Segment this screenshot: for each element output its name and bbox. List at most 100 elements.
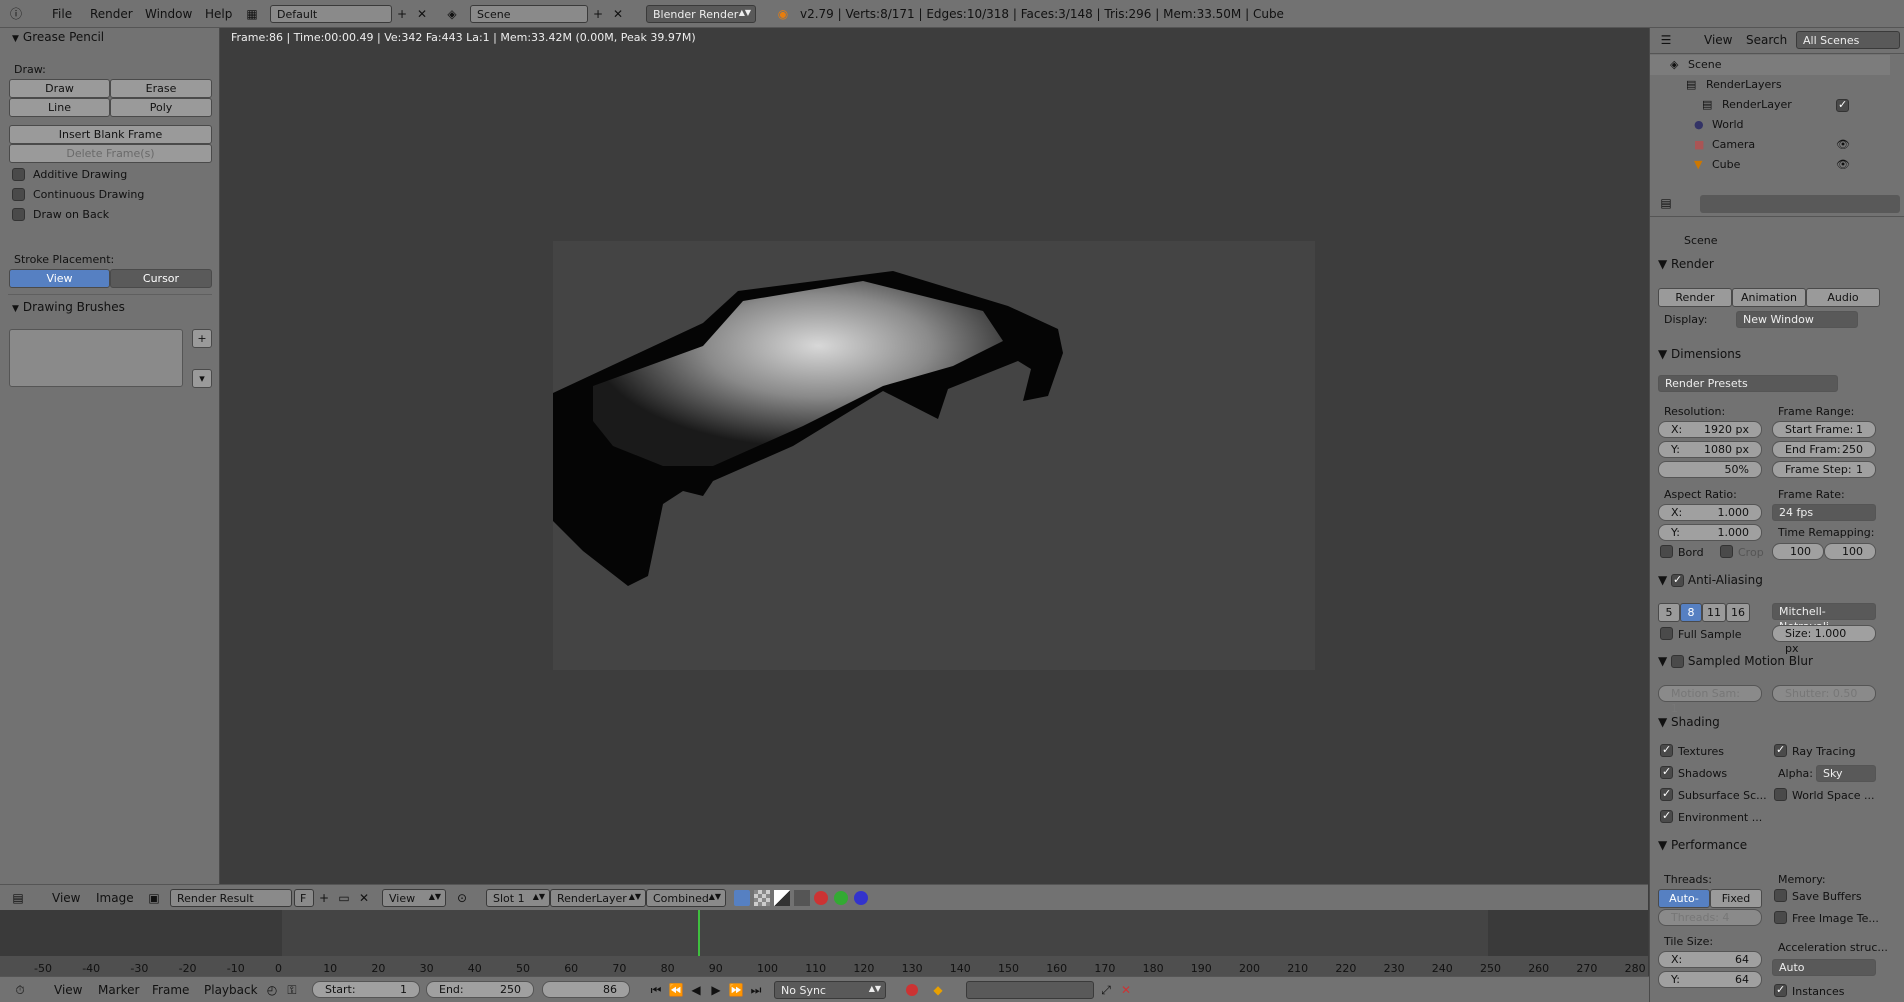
shading-panel-header[interactable]: ▼ Shading	[1658, 715, 1720, 729]
end-frame-field[interactable]: End: 250	[426, 981, 534, 998]
line-button[interactable]: Line	[9, 98, 110, 117]
lock-range-icon[interactable]: ⚿	[284, 982, 300, 998]
renderlayer-enable-checkbox[interactable]	[1836, 98, 1849, 112]
properties-editor-icon[interactable]: ▤	[1658, 195, 1674, 211]
timeline-editor-icon[interactable]: ⏱	[12, 982, 28, 998]
editor-type-icon[interactable]: ▤	[10, 890, 26, 906]
motion-samples-field[interactable]: Motion Sam: 1	[1658, 685, 1762, 715]
insert-keyframe-icon[interactable]: ⤢	[1098, 982, 1114, 998]
additive-drawing-checkbox[interactable]	[12, 168, 25, 181]
green-channel-icon[interactable]	[834, 891, 848, 905]
outliner-editor-icon[interactable]: ☰	[1658, 32, 1674, 48]
resolution-x-field[interactable]: X: 1920 px	[1658, 421, 1762, 438]
record-icon[interactable]	[906, 984, 918, 996]
motion-blur-panel-header[interactable]: ▼ Sampled Motion Blur	[1658, 654, 1813, 668]
anti-aliasing-checkbox[interactable]	[1671, 573, 1685, 587]
open-image-icon[interactable]: ▭	[336, 890, 352, 906]
aspect-y-field[interactable]: Y: 1.000	[1658, 524, 1762, 541]
scene-select[interactable]: Scene	[470, 5, 588, 23]
outliner-menu-search[interactable]: Search	[1746, 33, 1787, 47]
motion-blur-checkbox[interactable]	[1671, 655, 1685, 668]
render-presets-select[interactable]: Render Presets	[1658, 375, 1838, 392]
fake-user-button[interactable]: F	[294, 889, 314, 907]
aa-samples-8[interactable]: 8	[1680, 603, 1702, 622]
view-mode-select[interactable]: View ▲▼	[382, 889, 446, 907]
acceleration-select[interactable]: Auto	[1772, 959, 1876, 976]
erase-button[interactable]: Erase	[110, 79, 212, 98]
image-editor-viewport[interactable]: Frame:86 | Time:00:00.49 | Ve:342 Fa:443…	[221, 28, 1648, 884]
frame-rate-select[interactable]: 24 fps	[1772, 504, 1876, 521]
pivot-icon[interactable]: ⊙	[454, 890, 470, 906]
properties-context-tabs[interactable]	[1700, 195, 1900, 213]
grease-pencil-panel-header[interactable]: ▼ Grease Pencil	[12, 30, 104, 44]
jump-end-icon[interactable]: ⏭	[748, 982, 764, 998]
outliner-row-renderlayers[interactable]: ▤ RenderLayers	[1650, 75, 1890, 95]
aa-filter-select[interactable]: Mitchell-Netravali	[1772, 603, 1876, 633]
outliner-row-scene[interactable]: ◈ Scene	[1650, 55, 1890, 75]
alpha-select[interactable]: Sky	[1816, 765, 1876, 782]
insert-blank-frame-button[interactable]: Insert Blank Frame	[9, 125, 212, 144]
alpha-checker-icon[interactable]	[754, 890, 770, 906]
unlink-image-icon[interactable]: ✕	[356, 890, 372, 906]
aa-samples-16[interactable]: 16	[1726, 603, 1750, 622]
color-alpha-icon[interactable]	[734, 890, 750, 906]
add-brush-button[interactable]: +	[192, 329, 212, 348]
threads-auto-button[interactable]: Auto-dete	[1658, 889, 1710, 922]
layer-select[interactable]: RenderLayer ▲▼	[550, 889, 646, 907]
menu-view[interactable]: View	[52, 891, 80, 905]
menu-image[interactable]: Image	[96, 891, 134, 905]
remove-scene-icon[interactable]: ✕	[610, 6, 626, 22]
slot-select[interactable]: Slot 1 ▲▼	[486, 889, 550, 907]
aspect-x-field[interactable]: X: 1.000	[1658, 504, 1762, 521]
environment-checkbox[interactable]	[1660, 809, 1673, 823]
crop-checkbox[interactable]	[1720, 545, 1733, 558]
draw-on-back-checkbox[interactable]	[12, 208, 25, 221]
image-browse-icon[interactable]: ▣	[146, 890, 162, 906]
remap-old-field[interactable]: 100	[1772, 543, 1824, 560]
outliner-row-cube[interactable]: ▼ Cube 👁	[1650, 155, 1890, 175]
jump-start-icon[interactable]: ⏮	[648, 982, 664, 998]
tile-x-field[interactable]: X: 64	[1658, 951, 1762, 968]
anti-aliasing-panel-header[interactable]: ▼ Anti-Aliasing	[1658, 573, 1763, 587]
stroke-view-button[interactable]: View	[9, 269, 110, 288]
threads-fixed-button[interactable]: Fixed	[1710, 889, 1762, 908]
end-frame-prop-field[interactable]: End Fram: 250	[1772, 441, 1876, 458]
outliner-menu-view[interactable]: View	[1704, 33, 1732, 47]
ray-tracing-checkbox[interactable]	[1774, 743, 1787, 757]
menu-tl-view[interactable]: View	[54, 983, 82, 997]
z-buffer-icon[interactable]	[794, 890, 810, 906]
layout-select[interactable]: Default	[270, 5, 392, 23]
render-audio-button[interactable]: Audio	[1806, 288, 1880, 307]
subsurface-checkbox[interactable]	[1660, 787, 1673, 801]
brush-list[interactable]	[9, 329, 183, 387]
outliner-scope-select[interactable]: All Scenes	[1796, 31, 1900, 49]
world-space-checkbox[interactable]	[1774, 788, 1787, 801]
menu-marker[interactable]: Marker	[98, 983, 139, 997]
visibility-eye-icon[interactable]: 👁	[1836, 158, 1850, 171]
render-engine-select[interactable]: Blender Render ▲▼	[646, 5, 756, 23]
outliner-row-renderlayer[interactable]: ▤ RenderLayer	[1650, 95, 1890, 115]
poly-button[interactable]: Poly	[110, 98, 212, 117]
continuous-drawing-checkbox[interactable]	[12, 188, 25, 201]
draw-button[interactable]: Draw	[9, 79, 110, 98]
image-name-field[interactable]: Render Result	[170, 889, 292, 907]
play-icon[interactable]: ▶	[708, 982, 724, 998]
save-buffers-checkbox[interactable]	[1774, 889, 1787, 902]
resolution-percentage-field[interactable]: 50%	[1658, 461, 1762, 478]
jump-keyframe-forward-icon[interactable]: ⏩	[728, 982, 744, 998]
aa-filter-size-field[interactable]: Size: 1.000 px	[1772, 625, 1876, 655]
sync-select[interactable]: No Sync ▲▼	[774, 981, 886, 999]
keyframe-icon[interactable]: ◆	[930, 982, 946, 998]
add-layout-icon[interactable]: +	[394, 6, 410, 22]
display-select[interactable]: New Window	[1736, 311, 1858, 328]
dimensions-panel-header[interactable]: ▼ Dimensions	[1658, 347, 1741, 361]
menu-render[interactable]: Render	[90, 7, 133, 21]
free-image-checkbox[interactable]	[1774, 911, 1787, 924]
menu-window[interactable]: Window	[145, 7, 192, 21]
timeline[interactable]: -50 -40 -30 -20 -10 0 10 20 30 40 50 60 70 80 90 100 110…	[0, 910, 1648, 976]
red-channel-icon[interactable]	[814, 891, 828, 905]
brush-menu-button[interactable]: ▾	[192, 369, 212, 388]
outliner-row-world[interactable]: ● World	[1650, 115, 1890, 135]
shutter-field[interactable]: Shutter: 0.50	[1772, 685, 1876, 702]
aa-samples-5[interactable]: 5	[1658, 603, 1680, 622]
